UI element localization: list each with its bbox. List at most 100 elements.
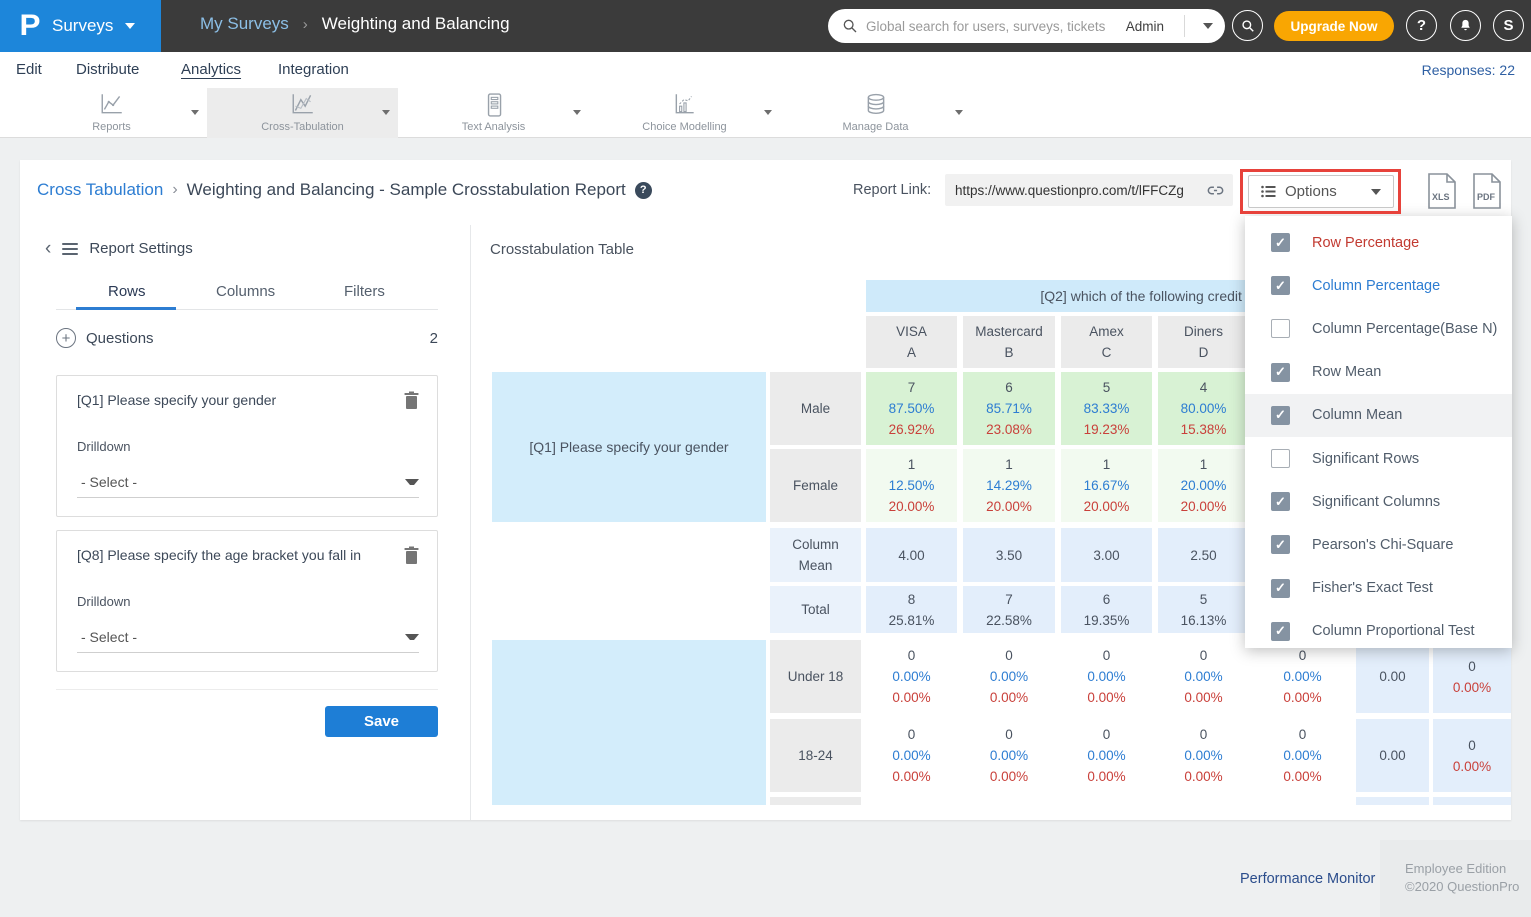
row-label-column-mean: ColumnMean [770, 528, 861, 582]
notifications-button[interactable] [1450, 10, 1481, 41]
list-options-icon [1261, 185, 1276, 198]
column-header-diners: DinersD [1158, 316, 1249, 368]
toolbar-label: Choice Modelling [589, 121, 780, 133]
menu-item-column-percentage[interactable]: Column Percentage [1245, 264, 1512, 307]
table-cell: 516.13% [1158, 586, 1249, 633]
tab-rows[interactable]: Rows [108, 283, 146, 300]
help-button[interactable]: ? [1406, 10, 1437, 41]
tab-filters[interactable]: Filters [344, 283, 385, 300]
checkbox[interactable] [1271, 363, 1290, 382]
table-cell: 00.00%0.00% [1061, 640, 1152, 713]
question-mark-icon: ? [1417, 17, 1426, 34]
table-cell: 00.00%0.00% [1158, 640, 1249, 713]
trash-icon[interactable] [404, 391, 419, 409]
checkbox[interactable] [1271, 449, 1290, 468]
menu-item-column-percentage-base-n[interactable]: Column Percentage(Base N) [1245, 307, 1512, 350]
menu-item-significant-columns[interactable]: Significant Columns [1245, 480, 1512, 523]
row-label-18-24: 18-24 [770, 719, 861, 792]
question-mark-icon: ? [640, 184, 647, 196]
search-scope-dropdown[interactable] [1203, 23, 1213, 29]
toolbar-label: Manage Data [780, 121, 971, 133]
drilldown-label: Drilldown [77, 439, 130, 454]
avatar[interactable]: S [1493, 10, 1524, 41]
upgrade-now-button[interactable]: Upgrade Now [1274, 11, 1394, 41]
checkbox[interactable] [1271, 535, 1290, 554]
global-search-input[interactable] [866, 19, 1118, 34]
menu-item-label: Column Mean [1312, 407, 1402, 423]
responses-count: Responses: 22 [1422, 62, 1515, 78]
pdf-label: PDF [1477, 192, 1496, 202]
checkbox[interactable] [1271, 622, 1290, 641]
search-icon [842, 18, 858, 34]
menu-item-row-percentage[interactable]: Row Percentage [1245, 221, 1512, 264]
nav-item-analytics[interactable]: Analytics [181, 61, 241, 78]
cross-tabulation-link[interactable]: Cross Tabulation [37, 180, 163, 200]
toolbar-label: Cross-Tabulation [207, 121, 398, 133]
chevron-down-icon [955, 110, 963, 115]
menu-item-label: Column Percentage [1312, 278, 1440, 294]
menu-item-fishers-exact-test[interactable]: Fisher's Exact Test [1245, 567, 1512, 610]
product-switcher[interactable]: P Surveys [0, 0, 161, 52]
breadcrumb-my-surveys[interactable]: My Surveys [200, 14, 289, 34]
checkbox[interactable] [1271, 579, 1290, 598]
menu-item-label: Column Proportional Test [1312, 623, 1475, 639]
global-search: Admin [828, 9, 1225, 43]
menu-item-label: Fisher's Exact Test [1312, 580, 1433, 596]
export-pdf-button[interactable]: PDF [1471, 173, 1503, 209]
toolbar-label: Reports [16, 121, 207, 133]
q8-row-group-label [492, 640, 766, 805]
analytics-toolbar: Reports Cross-Tabulation Text Analysis C… [0, 88, 1531, 138]
row-label-under-18: Under 18 [770, 640, 861, 713]
table-cell: 787.50%26.92% [866, 372, 957, 445]
menu-item-row-mean[interactable]: Row Mean [1245, 351, 1512, 394]
database-icon [864, 93, 888, 117]
menu-item-label: Significant Columns [1312, 494, 1440, 510]
toolbar-item-text-analysis[interactable]: Text Analysis [398, 88, 589, 138]
drilldown-select[interactable]: - Select - [77, 621, 419, 653]
search-scope-label: Admin [1126, 19, 1164, 34]
checkbox[interactable] [1271, 406, 1290, 425]
performance-monitor-link[interactable]: Performance Monitor [1240, 871, 1375, 887]
table-cell: 00.00%0.00% [963, 719, 1055, 792]
nav-item-distribute[interactable]: Distribute [76, 61, 139, 78]
toolbar-item-manage-data[interactable]: Manage Data [780, 88, 971, 138]
save-button[interactable]: Save [325, 706, 438, 737]
menu-item-column-mean[interactable]: Column Mean [1245, 394, 1512, 437]
toolbar-item-reports[interactable]: Reports [16, 88, 207, 138]
menu-item-significant-rows[interactable]: Significant Rows [1245, 437, 1512, 480]
chevron-down-icon [405, 634, 419, 640]
drilldown-select[interactable]: - Select - [77, 466, 419, 498]
nav-item-edit[interactable]: Edit [16, 61, 42, 78]
tab-columns[interactable]: Columns [216, 283, 275, 300]
text-analysis-icon [483, 93, 505, 117]
copyright-label: ©2020 QuestionPro [1405, 878, 1531, 896]
report-help-icon[interactable]: ? [635, 182, 652, 199]
chevron-down-icon [1371, 189, 1381, 195]
report-link-input[interactable] [955, 183, 1206, 198]
search-submit-button[interactable] [1232, 10, 1263, 41]
crosstab-table-heading: Crosstabulation Table [490, 241, 634, 258]
trash-icon[interactable] [404, 546, 419, 564]
checkbox[interactable] [1271, 492, 1290, 511]
add-question-button[interactable]: + [56, 328, 76, 348]
avatar-initial: S [1503, 17, 1513, 34]
menu-item-label: Column Percentage(Base N) [1312, 321, 1497, 337]
report-settings-header[interactable]: ‹ Report Settings [45, 240, 193, 257]
report-link-label: Report Link: [853, 182, 931, 198]
nav-item-integration[interactable]: Integration [278, 61, 349, 78]
table-cell [1356, 797, 1429, 805]
menu-item-column-proportional-test[interactable]: Column Proportional Test [1245, 610, 1512, 653]
questionpro-logo-icon: P [19, 9, 40, 43]
toolbar-item-cross-tabulation[interactable]: Cross-Tabulation [207, 88, 398, 138]
column-header-amex: AmexC [1061, 316, 1152, 368]
export-xls-button[interactable]: XLS [1426, 173, 1458, 209]
toolbar-item-choice-modelling[interactable]: Choice Modelling [589, 88, 780, 138]
link-icon[interactable] [1206, 181, 1225, 200]
question-card-q1: [Q1] Please specify your gender Drilldow… [56, 375, 438, 517]
checkbox[interactable] [1271, 233, 1290, 252]
checkbox[interactable] [1271, 276, 1290, 295]
checkbox[interactable] [1271, 319, 1290, 338]
row-label-total: Total [770, 586, 861, 633]
menu-item-pearsons-chi-square[interactable]: Pearson's Chi-Square [1245, 523, 1512, 566]
options-button[interactable]: Options [1248, 175, 1394, 208]
